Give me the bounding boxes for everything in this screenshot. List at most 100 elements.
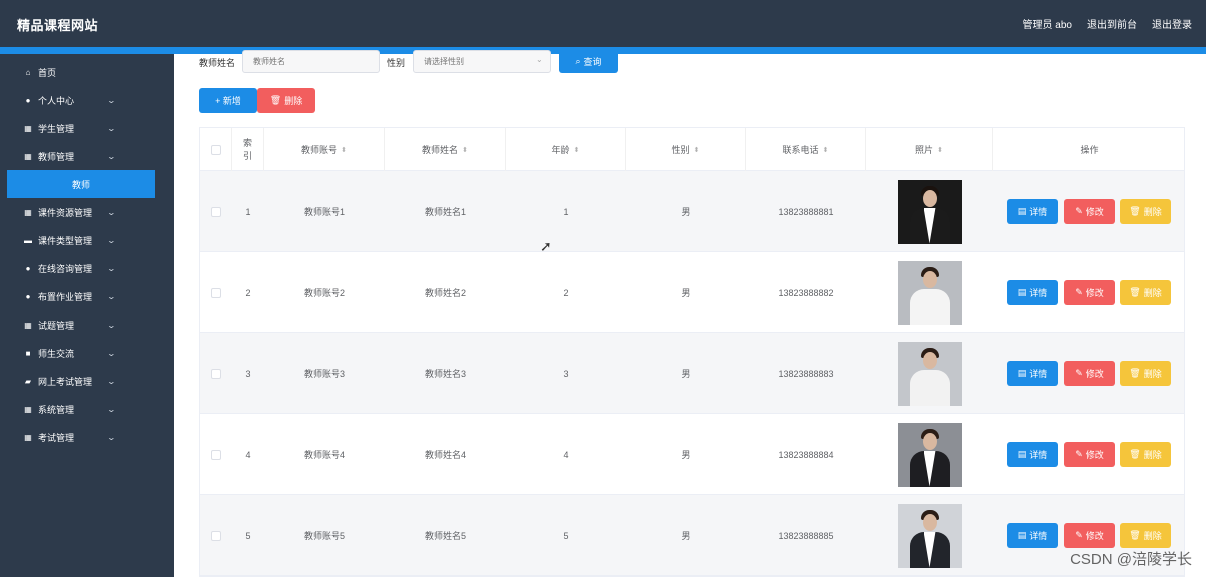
cell-name: 教师姓名5	[424, 531, 466, 541]
sort-icon[interactable]: ⬍	[574, 146, 580, 154]
sidebar-item-label: 学生管理	[38, 123, 75, 134]
header-age[interactable]: 年龄 ⬍	[506, 128, 626, 171]
edit-button[interactable]: ✎ 修改	[1064, 199, 1115, 224]
header-phone[interactable]: 联系电话 ⬍	[746, 128, 866, 171]
header-name[interactable]: 教师姓名 ⬍	[385, 128, 506, 171]
cell-phone: 13823888885	[778, 530, 834, 541]
add-button[interactable]: + 新增	[199, 88, 257, 113]
teacher-photo[interactable]	[897, 422, 962, 487]
sidebar-item[interactable]: ▦ 教师管理 ⌄	[0, 142, 174, 170]
cell-index: 3	[245, 368, 251, 379]
row-checkbox[interactable]	[211, 449, 221, 460]
header-index[interactable]: 索引	[232, 128, 264, 171]
table-header: 索引 教师账号 ⬍ 教师姓名 ⬍ 年龄 ⬍ 性别 ⬍ 联系电话 ⬍ 照片 ⬍ 操作	[200, 128, 1184, 171]
briefcase-icon: ▰	[24, 376, 32, 386]
header-actions: 操作	[993, 128, 1184, 171]
sort-icon[interactable]: ⬍	[694, 146, 700, 154]
header-gender[interactable]: 性别 ⬍	[626, 128, 746, 171]
row-checkbox[interactable]	[211, 530, 221, 541]
delete-button[interactable]: 🗑 删除	[1120, 280, 1171, 305]
detail-button[interactable]: ▤ 详情	[1007, 361, 1058, 386]
cell-index: 4	[245, 449, 251, 460]
sidebar-item-label: 考试管理	[38, 432, 75, 443]
mouse-cursor-icon: ➚	[540, 238, 552, 254]
header-phone-label: 联系电话	[782, 145, 819, 155]
table-row: 1 教师账号1 教师姓名1 1 男 13823888881 ▤ 详情 ✎ 修改 🗑 删除	[200, 171, 1184, 252]
select-all-checkbox[interactable]	[210, 144, 221, 155]
logout-link[interactable]: 退出登录	[1152, 16, 1192, 31]
sidebar-item[interactable]: ▬ 课件类型管理 ⌄	[0, 226, 174, 254]
detail-button[interactable]: ▤ 详情	[1007, 523, 1058, 548]
gender-select[interactable]	[413, 50, 551, 73]
teacher-name-input[interactable]	[242, 50, 380, 73]
sidebar-item[interactable]: ▦ 试题管理 ⌄	[0, 311, 174, 339]
chevron-down-icon: ⌄	[106, 151, 117, 161]
sidebar-item[interactable]: ● 个人中心 ⌄	[0, 86, 174, 114]
query-button[interactable]: ⌕ 查询	[559, 50, 618, 73]
select-all-cell	[200, 128, 232, 171]
sidebar-item-label: 首页	[38, 67, 57, 78]
row-select-cell	[200, 495, 232, 576]
cell-index: 1	[245, 206, 251, 217]
grid-icon: ▦	[24, 404, 32, 414]
row-checkbox[interactable]	[211, 206, 221, 217]
cell-name: 教师姓名4	[424, 450, 466, 460]
exit-to-front-link[interactable]: 退出到前台	[1087, 16, 1137, 31]
edit-button[interactable]: ✎ 修改	[1064, 280, 1115, 305]
row-checkbox[interactable]	[211, 287, 221, 298]
teacher-photo[interactable]	[897, 503, 962, 568]
sidebar-item[interactable]: ▦ 课件资源管理 ⌄	[0, 198, 174, 226]
sidebar-item[interactable]: ⌂ 首页	[0, 58, 174, 86]
grid-icon: ▦	[24, 123, 32, 133]
delete-button[interactable]: 🗑 删除	[1120, 442, 1171, 467]
edit-button-label: 修改	[1085, 207, 1104, 217]
edit-button[interactable]: ✎ 修改	[1064, 442, 1115, 467]
teacher-photo[interactable]	[897, 179, 962, 244]
header-name-label: 教师姓名	[422, 145, 459, 155]
delete-button[interactable]: 🗑 删除	[1120, 199, 1171, 224]
sidebar-item[interactable]: ▦ 考试管理 ⌄	[0, 423, 174, 451]
cell-name: 教师姓名3	[424, 369, 466, 379]
grid-icon: ▦	[24, 151, 32, 161]
cell-index: 5	[245, 530, 251, 541]
row-checkbox[interactable]	[211, 368, 221, 379]
sidebar-item[interactable]: ■ 师生交流 ⌄	[0, 339, 174, 367]
sidebar-item[interactable]: ▰ 网上考试管理 ⌄	[0, 367, 174, 395]
sort-icon[interactable]: ⬍	[823, 146, 829, 154]
delete-button[interactable]: 🗑 删除	[1120, 361, 1171, 386]
sidebar-item[interactable]: ● 在线咨询管理 ⌄	[0, 254, 174, 282]
add-button-label: + 新增	[215, 96, 241, 106]
sidebar-item-label: 系统管理	[38, 404, 75, 415]
sidebar-item[interactable]: ▦ 系统管理 ⌄	[0, 395, 174, 423]
edit-button[interactable]: ✎ 修改	[1064, 523, 1115, 548]
cell-gender: 男	[681, 207, 691, 217]
sidebar-item[interactable]: ● 布置作业管理 ⌄	[0, 282, 174, 310]
header-gender-label: 性别	[671, 145, 690, 155]
delete-button-label: 删除	[1143, 531, 1162, 541]
table-row: 5 教师账号5 教师姓名5 5 男 13823888885 ▤ 详情 ✎ 修改 🗑 删除	[200, 495, 1184, 576]
detail-button-label: 详情	[1029, 207, 1048, 217]
edit-button[interactable]: ✎ 修改	[1064, 361, 1115, 386]
sidebar-subitem-teacher[interactable]: 教师	[7, 170, 155, 198]
sort-icon[interactable]: ⬍	[937, 146, 943, 154]
sort-icon[interactable]: ⬍	[462, 146, 468, 154]
detail-button[interactable]: ▤ 详情	[1007, 280, 1058, 305]
header-account[interactable]: 教师账号 ⬍	[264, 128, 385, 171]
sidebar-item[interactable]: ▦ 学生管理 ⌄	[0, 114, 174, 142]
sidebar-item-label: 课件资源管理	[38, 207, 93, 218]
delete-button[interactable]: 🗑 删除	[1120, 523, 1171, 548]
teacher-photo[interactable]	[897, 341, 962, 406]
header-photo[interactable]: 照片 ⬍	[866, 128, 993, 171]
teacher-photo[interactable]	[897, 260, 962, 325]
admin-label: 管理员 abo	[1022, 20, 1072, 31]
home-icon: ⌂	[25, 67, 31, 77]
detail-button-label: 详情	[1029, 531, 1048, 541]
detail-button-label: 详情	[1029, 288, 1048, 298]
sort-icon[interactable]: ⬍	[341, 146, 347, 154]
teacher-name-label: 教师姓名	[199, 58, 236, 68]
cell-account: 教师账号1	[303, 207, 345, 217]
batch-delete-button[interactable]: 🗑 删除	[257, 88, 315, 113]
detail-button[interactable]: ▤ 详情	[1007, 442, 1058, 467]
cell-photo	[866, 414, 993, 495]
detail-button[interactable]: ▤ 详情	[1007, 199, 1058, 224]
